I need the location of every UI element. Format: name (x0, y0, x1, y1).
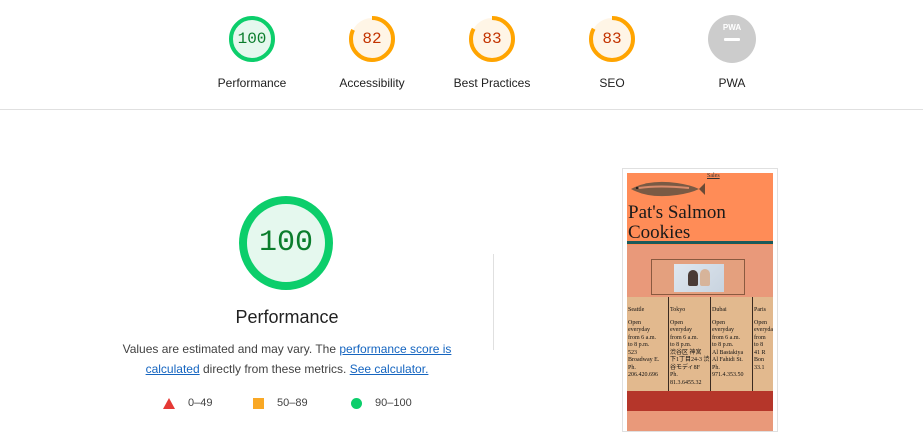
gauge-ring: 83 (467, 14, 517, 64)
store-line: Ph. (628, 364, 636, 371)
store-line: to 8 p.m. (712, 342, 734, 348)
site-photo (674, 264, 724, 292)
gauge-label: PWA (718, 76, 746, 90)
salmon-icon (631, 181, 705, 197)
store-city: Seattle (628, 307, 645, 313)
square-icon (253, 397, 264, 409)
site-header: Sales Pat's Salmon Cookies (627, 173, 773, 245)
store-line: Bon (754, 357, 765, 363)
site-preview: Sales Pat's Salmon Cookies Seattle Open … (627, 173, 773, 431)
site-nav-link: Sales (707, 173, 720, 179)
store-line: Open (670, 319, 683, 326)
gauge-score: 82 (362, 30, 382, 48)
performance-main-gauge: 100 (238, 195, 334, 291)
store-column: Seattle Open everyday from 6 a.m. to 8 p… (627, 297, 669, 391)
store-line: everyday (712, 327, 734, 333)
site-header-rule (627, 241, 773, 244)
store-column: Paris Open everyday from to 8 41 R Bon 3… (753, 297, 773, 391)
gauge-accessibility[interactable]: 82 Accessibility (312, 14, 432, 90)
gauge-ring: 100 (227, 14, 277, 64)
see-calculator-link[interactable]: See calculator. (350, 362, 429, 376)
store-line: everyday (628, 327, 650, 333)
store-column: Tokyo Open everyday from 6 a.m. to 8 p.m… (669, 297, 711, 391)
gauge-ring: 82 (347, 14, 397, 64)
site-heading-line: Pat's Salmon (628, 202, 726, 223)
gauge-label: Best Practices (453, 76, 531, 90)
site-store-list: Seattle Open everyday from 6 a.m. to 8 p… (627, 297, 773, 391)
gauge-ring: 83 (587, 14, 637, 64)
store-line: 谷モディ8F (670, 364, 700, 371)
store-line: 523 (628, 349, 637, 356)
store-city: Dubai (712, 307, 727, 313)
store-line: everyday (754, 327, 773, 333)
gauge-score: 83 (482, 30, 502, 48)
store-line: Ph. 971.4.353.50 (712, 364, 744, 379)
circle-icon (351, 397, 362, 409)
gauge-best-practices[interactable]: 83 Best Practices (432, 14, 552, 90)
site-photo-strip (627, 259, 773, 295)
pwa-badge: PWA (707, 14, 757, 64)
store-line: Open (628, 319, 641, 326)
gauge-seo[interactable]: 83 SEO (552, 14, 672, 90)
store-line: 33.1 (754, 364, 765, 371)
gauge-performance[interactable]: 100 Performance (192, 14, 312, 90)
site-footer (627, 391, 773, 411)
legend-range: 0–49 (188, 397, 213, 409)
site-heading-line: Cookies (628, 222, 691, 243)
store-line: Open (712, 319, 725, 326)
gauge-score: 83 (602, 30, 622, 48)
performance-main-score: 100 (258, 226, 313, 260)
store-column: Dubai Open everyday from 6 a.m. to 8 p.m… (711, 297, 753, 391)
category-gauges-bar: 100 Performance 82 Accessibility 83 Best… (0, 0, 923, 110)
pwa-badge-text: PWA (722, 23, 742, 32)
store-line: 渋谷区 神宮 (670, 349, 702, 356)
store-line: from 6 a.m. (712, 334, 740, 341)
site-heading: Pat's Salmon Cookies (628, 203, 726, 243)
person-shape (700, 269, 710, 286)
store-line: 41 R (754, 349, 766, 356)
legend-range: 90–100 (375, 397, 412, 409)
legend-pass: 90–100 (351, 397, 412, 409)
gauge-label: Accessibility (339, 76, 405, 90)
store-city: Paris (754, 307, 766, 313)
store-city: Tokyo (670, 307, 686, 313)
pwa-dash-icon (724, 38, 740, 41)
performance-title: Performance (235, 307, 339, 327)
legend-average: 50–89 (253, 397, 308, 409)
store-line: from 6 a.m. (670, 334, 698, 341)
store-line: Open (754, 319, 767, 326)
site-photo-frame (651, 259, 745, 295)
store-line: 206.420.696 (628, 372, 658, 378)
store-line: Al Bastakiya (712, 349, 744, 356)
gauge-score: 100 (237, 30, 267, 48)
store-line: to 8 (754, 342, 764, 348)
gauge-label: SEO (599, 76, 625, 90)
desc-text: Values are estimated and may vary. The (122, 342, 340, 356)
store-line: to 8 p.m. (670, 342, 692, 348)
gauge-pwa[interactable]: PWA PWA (672, 14, 792, 90)
final-screenshot[interactable]: Sales Pat's Salmon Cookies Seattle Open … (622, 168, 778, 432)
performance-description: Values are estimated and may vary. The p… (112, 339, 462, 379)
store-line: Al Fahidi St. (712, 357, 743, 363)
desc-text: directly from these metrics. (199, 362, 350, 376)
store-line: from 6 a.m. (628, 334, 656, 341)
legend-range: 50–89 (277, 397, 308, 409)
legend-fail: 0–49 (163, 397, 212, 409)
section-divider (493, 254, 494, 350)
store-line: Broadway E. (628, 357, 660, 363)
store-line: Ph. 81.3.6455.32 (670, 372, 702, 386)
person-shape (688, 270, 698, 286)
store-line: everyday (670, 327, 692, 333)
gauge-label: Performance (217, 76, 287, 90)
store-line: 下1丁目24-3 渋 (670, 357, 710, 363)
triangle-icon (163, 397, 175, 409)
store-line: to 8 p.m. (628, 342, 650, 348)
store-line: from (754, 334, 766, 341)
